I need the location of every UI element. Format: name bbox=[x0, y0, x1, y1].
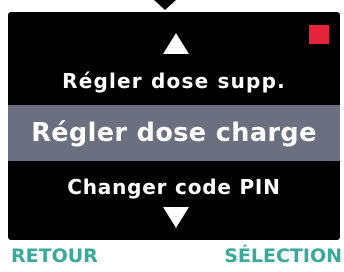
device-display: Régler dose supp. Régler dose charge Cha… bbox=[0, 0, 344, 272]
status-indicator-icon bbox=[309, 25, 329, 44]
scroll-down-icon[interactable] bbox=[163, 207, 189, 228]
back-softkey[interactable]: RETOUR bbox=[11, 240, 98, 272]
pointer-down-icon bbox=[154, 0, 176, 10]
scroll-up-icon[interactable] bbox=[163, 33, 189, 54]
menu-item-changer-code-pin[interactable]: Changer code PIN bbox=[8, 170, 340, 204]
menu-screen: Régler dose supp. Régler dose charge Cha… bbox=[8, 12, 340, 240]
menu-item-regler-dose-charge-selected[interactable]: Régler dose charge bbox=[8, 105, 340, 161]
select-softkey[interactable]: SÉLECTION bbox=[224, 240, 342, 272]
menu-item-regler-dose-supp[interactable]: Régler dose supp. bbox=[8, 64, 340, 98]
